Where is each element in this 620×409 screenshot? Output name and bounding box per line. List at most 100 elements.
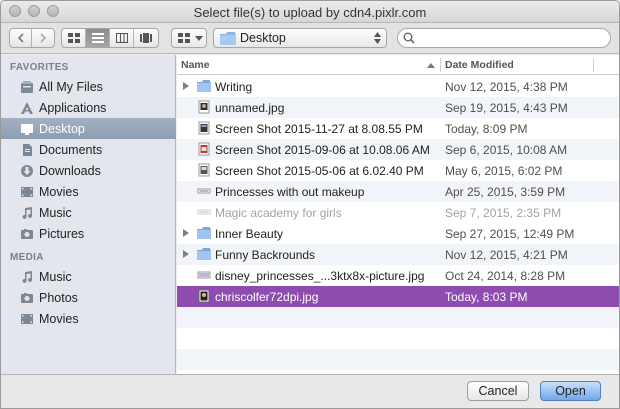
column-header-date-modified[interactable]: Date Modified <box>445 59 514 71</box>
disclosure-triangle-icon[interactable] <box>183 229 189 237</box>
file-date: Oct 24, 2014, 8:28 PM <box>445 269 566 283</box>
desktop-icon <box>19 121 35 137</box>
image-file-icon <box>198 289 210 303</box>
chevron-down-icon <box>195 36 203 41</box>
file-date: Nov 12, 2015, 4:38 PM <box>445 80 568 94</box>
file-name: Screen Shot 2015-11-27 at 8.08.55 PM <box>215 122 423 136</box>
arrange-menu-button[interactable] <box>171 28 207 48</box>
sidebar-item-label: Music <box>39 269 72 284</box>
sidebar-item-label: Music <box>39 205 72 220</box>
column-divider[interactable] <box>440 58 441 72</box>
folder-icon <box>197 248 211 260</box>
file-name: chriscolfer72dpi.jpg <box>215 290 319 304</box>
sidebar-item-label: Pictures <box>39 226 85 241</box>
file-row[interactable]: unnamed.jpg Sep 19, 2015, 4:43 PM <box>177 97 619 118</box>
file-row[interactable]: Funny Backrounds Nov 12, 2015, 4:21 PM <box>177 244 619 265</box>
column-view-button[interactable] <box>110 29 134 47</box>
file-date: Apr 25, 2015, 3:59 PM <box>445 185 566 199</box>
file-date: Sep 7, 2015, 2:35 PM <box>445 206 562 220</box>
sidebar-item-desktop[interactable]: Desktop <box>1 118 176 139</box>
file-name: Magic academy for girls <box>215 206 342 220</box>
document-file-icon <box>197 209 211 215</box>
sidebar-item-applications[interactable]: Applications <box>1 97 176 118</box>
file-list-header: Name Date Modified <box>177 55 619 75</box>
file-date: May 6, 2015, 6:02 PM <box>445 164 563 178</box>
document-file-icon <box>197 188 211 194</box>
file-row-selected[interactable]: chriscolfer72dpi.jpg Today, 8:03 PM <box>177 286 619 307</box>
screenshot-file-icon <box>198 163 210 177</box>
pictures-icon <box>19 226 35 242</box>
toolbar: Desktop <box>1 23 619 54</box>
back-button[interactable] <box>10 29 32 47</box>
stepper-arrows-icon <box>374 32 381 44</box>
location-label: Desktop <box>240 31 286 45</box>
list-icon <box>91 33 104 43</box>
sidebar-item-label: Movies <box>39 311 79 326</box>
sidebar-item-label: Photos <box>39 290 78 305</box>
column-divider[interactable] <box>593 58 594 72</box>
all-files-icon <box>19 79 35 95</box>
empty-row <box>177 349 619 370</box>
sidebar-item-music[interactable]: Music <box>1 202 176 223</box>
file-date: Nov 12, 2015, 4:21 PM <box>445 248 568 262</box>
file-name: Princesses with out makeup <box>215 185 365 199</box>
file-date: Today, 8:03 PM <box>445 290 528 304</box>
search-input[interactable] <box>418 31 603 45</box>
sidebar-item-movies[interactable]: Movies <box>1 181 176 202</box>
chevron-right-icon <box>40 33 47 43</box>
file-name: Writing <box>215 80 253 94</box>
chevron-left-icon <box>17 33 24 43</box>
file-row[interactable]: disney_princesses_...3ktx8x-picture.jpg … <box>177 265 619 286</box>
file-row[interactable]: Screen Shot 2015-05-06 at 6.02.40 PM May… <box>177 160 619 181</box>
cover-flow-icon <box>140 33 152 43</box>
file-row[interactable]: Inner Beauty Sep 27, 2015, 12:49 PM <box>177 223 619 244</box>
dialog-footer: Cancel Open <box>1 374 619 408</box>
disclosure-triangle-icon[interactable] <box>183 82 189 90</box>
sidebar-item-label: Desktop <box>39 121 85 136</box>
file-row[interactable]: Screen Shot 2015-09-06 at 10.08.06 AM Se… <box>177 139 619 160</box>
file-row[interactable]: Screen Shot 2015-11-27 at 8.08.55 PM Tod… <box>177 118 619 139</box>
file-date: Sep 6, 2015, 10:08 AM <box>445 143 568 157</box>
file-row[interactable]: Writing Nov 12, 2015, 4:38 PM <box>177 76 619 97</box>
sidebar-item-pictures[interactable]: Pictures <box>1 223 176 244</box>
photos-icon <box>19 290 35 306</box>
sidebar-item-documents[interactable]: Documents <box>1 139 176 160</box>
image-file-icon <box>198 100 210 114</box>
empty-row <box>177 307 619 328</box>
file-row: Magic academy for girls Sep 7, 2015, 2:3… <box>177 202 619 223</box>
music-icon <box>19 269 35 285</box>
movies-icon <box>19 184 35 200</box>
arrange-icon <box>178 33 190 43</box>
sidebar-item-media-photos[interactable]: Photos <box>1 287 176 308</box>
music-icon <box>19 205 35 221</box>
column-header-name[interactable]: Name <box>181 59 210 71</box>
favorites-heading: FAVORITES <box>10 62 69 73</box>
cancel-button[interactable]: Cancel <box>467 381 529 401</box>
file-name: Screen Shot 2015-05-06 at 6.02.40 PM <box>215 164 424 178</box>
cover-flow-button[interactable] <box>134 29 158 47</box>
sidebar-item-all-my-files[interactable]: All My Files <box>1 76 176 97</box>
disclosure-triangle-icon[interactable] <box>183 250 189 258</box>
open-button[interactable]: Open <box>540 381 601 401</box>
sidebar-item-label: Movies <box>39 184 79 199</box>
list-view-button[interactable] <box>86 29 110 47</box>
file-open-dialog: Select file(s) to upload by cdn4.pixlr.c… <box>0 0 620 409</box>
folder-icon <box>220 32 236 45</box>
grid-icon <box>67 33 80 43</box>
icon-view-button[interactable] <box>62 29 86 47</box>
file-name: disney_princesses_...3ktx8x-picture.jpg <box>215 269 425 283</box>
forward-button[interactable] <box>32 29 54 47</box>
folder-icon <box>197 227 211 239</box>
file-row[interactable]: Princesses with out makeup Apr 25, 2015,… <box>177 181 619 202</box>
sidebar-item-media-movies[interactable]: Movies <box>1 308 176 329</box>
sort-ascending-icon <box>427 63 435 68</box>
sidebar-item-downloads[interactable]: Downloads <box>1 160 176 181</box>
search-field[interactable] <box>397 28 611 48</box>
location-popup[interactable]: Desktop <box>213 28 387 48</box>
sidebar-item-media-music[interactable]: Music <box>1 266 176 287</box>
view-mode-switcher <box>61 28 159 48</box>
window-title: Select file(s) to upload by cdn4.pixlr.c… <box>193 5 427 20</box>
file-date: Sep 27, 2015, 12:49 PM <box>445 227 575 241</box>
file-date: Sep 19, 2015, 4:43 PM <box>445 101 568 115</box>
screenshot-file-icon <box>198 142 210 156</box>
